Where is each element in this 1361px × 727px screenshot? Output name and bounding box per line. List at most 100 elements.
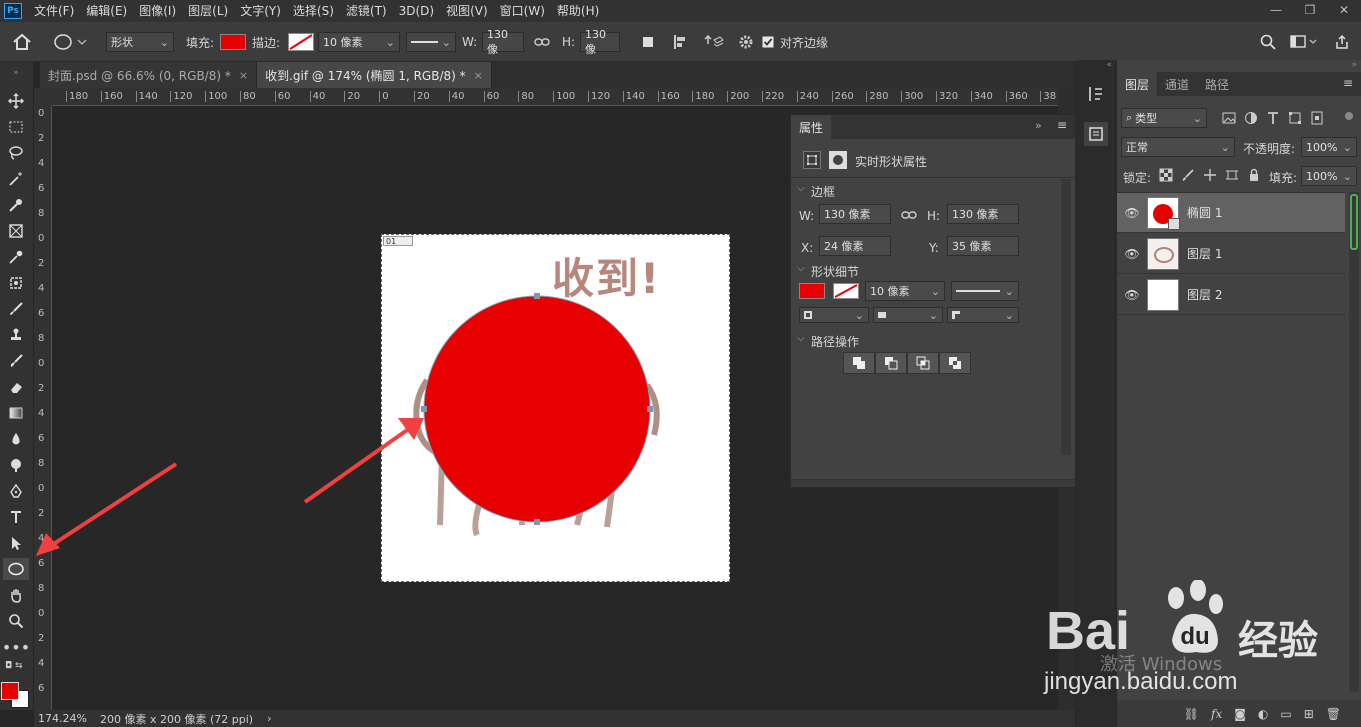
zoom-tool-icon[interactable]	[3, 610, 29, 632]
layer-row-layer2[interactable]: 👁 图层 2	[1117, 275, 1345, 315]
props-fill-swatch[interactable]	[799, 283, 825, 299]
shape-mode-select[interactable]: 形状	[106, 32, 174, 52]
stroke-caps-select[interactable]	[873, 307, 943, 323]
share-icon[interactable]	[1334, 22, 1350, 62]
panel-menu-icon[interactable]: ≡	[1057, 118, 1067, 132]
path-arrangement-icon[interactable]	[704, 22, 724, 62]
fx-icon[interactable]: fx	[1211, 707, 1222, 721]
menu-filter[interactable]: 滤镜(T)	[340, 0, 393, 22]
tab-channels[interactable]: 通道	[1157, 72, 1197, 96]
ellipse-tool-icon[interactable]	[3, 558, 29, 580]
props-stroke-width-field[interactable]: 10 像素	[865, 281, 945, 301]
props-stroke-swatch[interactable]	[833, 283, 859, 302]
history-panel-icon[interactable]	[1086, 84, 1106, 104]
gear-icon[interactable]	[738, 22, 754, 62]
stroke-type-select[interactable]	[406, 32, 456, 52]
new-layer-icon[interactable]: ⊞	[1304, 707, 1314, 721]
panel-collapse-icon[interactable]: »	[1035, 119, 1042, 132]
chevron-down-icon[interactable]: ⌵	[797, 333, 805, 344]
combine-shapes-icon[interactable]	[843, 352, 875, 374]
lock-artboard-icon[interactable]	[1225, 168, 1239, 182]
stroke-width-field[interactable]: 10 像素	[318, 32, 400, 52]
menu-help[interactable]: 帮助(H)	[551, 0, 605, 22]
tab-paths[interactable]: 路径	[1197, 72, 1237, 96]
stroke-align-select[interactable]	[799, 307, 869, 323]
mask-icon[interactable]	[829, 151, 847, 169]
delete-layer-icon[interactable]: 🗑	[1326, 707, 1341, 721]
more-tools-icon[interactable]: •••	[2, 636, 30, 658]
visibility-eye-icon[interactable]: 👁	[1117, 288, 1147, 302]
link-icon[interactable]	[534, 22, 550, 62]
close-tab-icon[interactable]: ×	[239, 69, 248, 82]
document-canvas[interactable]: 01 收到!	[381, 234, 730, 582]
lasso-tool-icon[interactable]	[3, 142, 29, 164]
menu-layer[interactable]: 图层(L)	[182, 0, 234, 22]
swap-colors-icon[interactable]: ◘ ⇆	[3, 660, 29, 672]
minimize-button[interactable]: —	[1259, 0, 1293, 20]
props-width-field[interactable]: 130 像素	[819, 204, 891, 224]
resize-grip[interactable]	[791, 479, 1075, 487]
fill-color-swatch[interactable]	[220, 34, 246, 50]
adjustment-filter-icon[interactable]	[1243, 110, 1259, 126]
menu-type[interactable]: 文字(Y)	[234, 0, 287, 22]
menu-view[interactable]: 视图(V)	[440, 0, 494, 22]
chevron-down-icon[interactable]: ⌵	[797, 183, 805, 194]
magic-wand-tool-icon[interactable]	[3, 168, 29, 190]
properties-scrollbar[interactable]	[1061, 179, 1071, 455]
stroke-color-swatch[interactable]	[288, 22, 314, 62]
workspace-icon[interactable]	[1290, 22, 1320, 62]
tab-received-gif[interactable]: 收到.gif @ 174% (椭圆 1, RGB/8) * ×	[257, 62, 492, 88]
tab-layers[interactable]: 图层	[1117, 72, 1157, 96]
blur-tool-icon[interactable]	[3, 428, 29, 450]
new-group-icon[interactable]: ▭	[1280, 707, 1291, 721]
subtract-shape-icon[interactable]	[875, 352, 907, 374]
chevron-down-icon[interactable]: ⌵	[797, 263, 805, 274]
properties-tab[interactable]: 属性	[791, 115, 831, 139]
filter-toggle[interactable]	[1345, 112, 1353, 120]
history-brush-tool-icon[interactable]	[3, 350, 29, 372]
height-field[interactable]: 130 像	[580, 28, 620, 56]
brush-tool-icon[interactable]	[3, 298, 29, 320]
collapse-icon[interactable]: «	[1076, 60, 1116, 70]
path-selection-tool-icon[interactable]	[3, 532, 29, 554]
link-layers-icon[interactable]: ⛓	[1184, 707, 1199, 721]
menu-select[interactable]: 选择(S)	[287, 0, 340, 22]
lock-position-icon[interactable]	[1203, 168, 1217, 182]
menu-image[interactable]: 图像(I)	[133, 0, 182, 22]
layer-row-layer1[interactable]: 👁 图层 1	[1117, 234, 1345, 274]
opacity-field[interactable]: 100%	[1301, 137, 1357, 157]
hand-tool-icon[interactable]	[3, 584, 29, 606]
align-edges-checkbox[interactable]	[762, 22, 774, 62]
panel-menu-icon[interactable]: ≡	[1343, 76, 1353, 90]
add-mask-icon[interactable]: ◙	[1234, 707, 1246, 721]
frame-tool-icon[interactable]	[3, 220, 29, 242]
path-alignment-icon[interactable]	[672, 22, 688, 62]
layer-name[interactable]: 椭圆 1	[1187, 204, 1222, 221]
move-tool-icon[interactable]	[3, 90, 29, 112]
home-icon[interactable]	[12, 22, 32, 62]
blend-mode-select[interactable]: 正常	[1121, 137, 1235, 157]
menu-edit[interactable]: 编辑(E)	[80, 0, 133, 22]
zoom-level[interactable]: 174.24%	[38, 712, 94, 725]
lock-transparency-icon[interactable]	[1159, 168, 1173, 182]
width-field[interactable]: 130 像	[482, 28, 524, 56]
visibility-eye-icon[interactable]: 👁	[1117, 247, 1147, 261]
marquee-tool-icon[interactable]	[3, 116, 29, 138]
shape-properties-icon[interactable]	[803, 151, 821, 169]
layers-scrollbar[interactable]	[1349, 192, 1359, 692]
eyedropper-tool-icon[interactable]	[3, 246, 29, 268]
menu-3d[interactable]: 3D(D)	[393, 0, 440, 22]
type-filter-icon[interactable]	[1265, 110, 1281, 126]
dodge-tool-icon[interactable]	[3, 454, 29, 476]
ruler-origin[interactable]	[34, 88, 52, 106]
search-icon[interactable]	[1260, 22, 1276, 62]
props-x-field[interactable]: 24 像素	[819, 236, 891, 256]
close-tab-icon[interactable]: ×	[474, 69, 483, 82]
adjustment-layer-icon[interactable]: ◐	[1258, 707, 1268, 721]
intersect-shapes-icon[interactable]	[907, 352, 939, 374]
spot-healing-tool-icon[interactable]	[3, 272, 29, 294]
smart-object-filter-icon[interactable]	[1309, 110, 1325, 126]
menu-window[interactable]: 窗口(W)	[494, 0, 551, 22]
layer-row-ellipse[interactable]: 👁 椭圆 1	[1117, 193, 1345, 233]
brush-select-tool-icon[interactable]	[3, 194, 29, 216]
